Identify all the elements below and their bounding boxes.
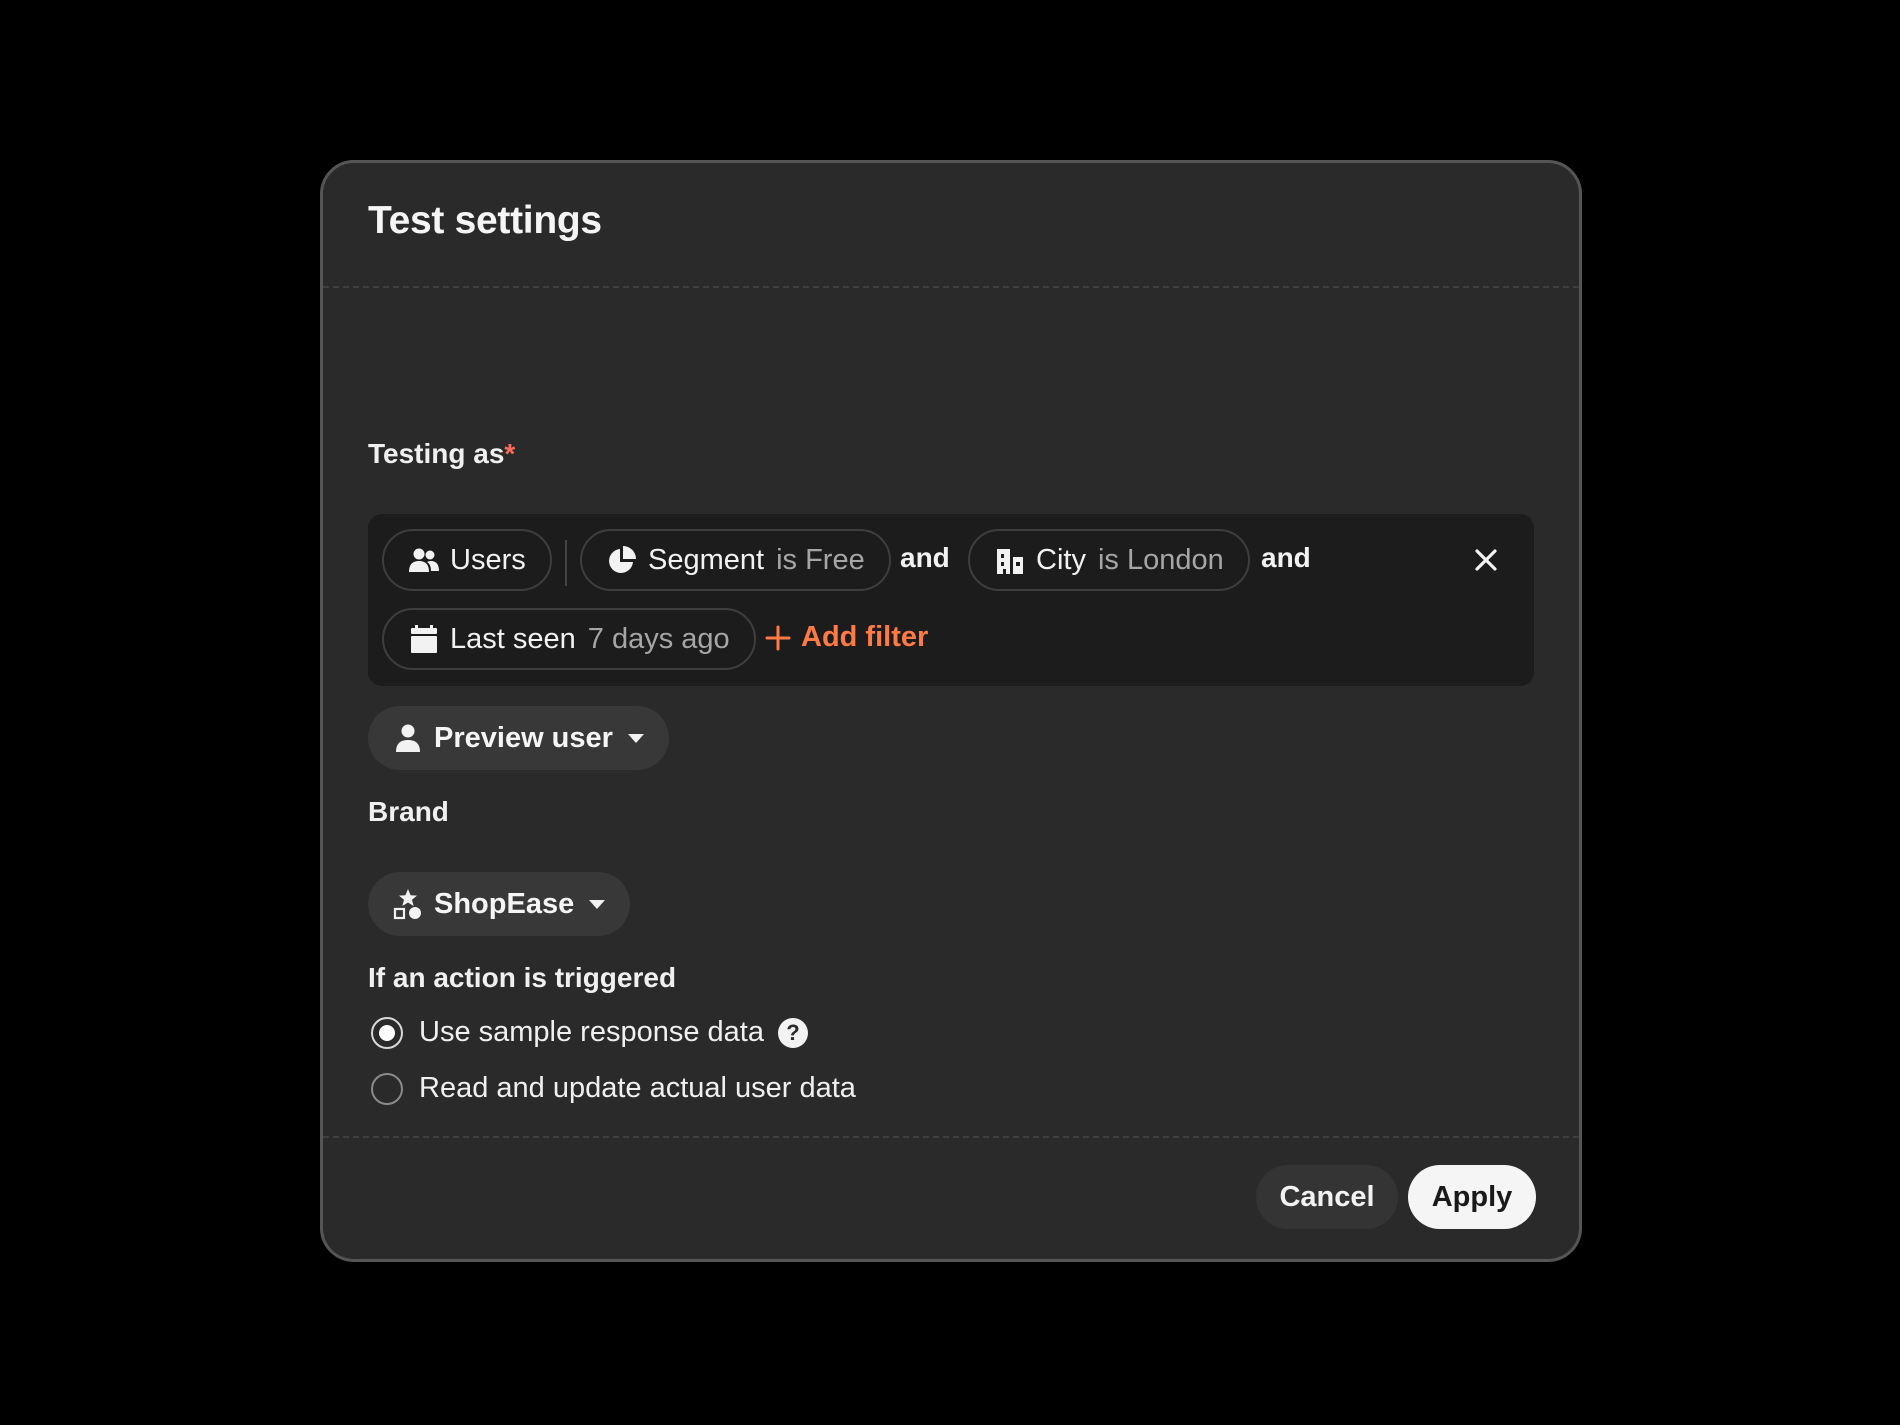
filter-conjunction: and bbox=[1261, 542, 1311, 573]
filter-field-city: City bbox=[1036, 543, 1086, 576]
filter-value-last-seen: 7 days ago bbox=[587, 622, 730, 655]
building-icon bbox=[994, 544, 1026, 576]
clear-filters-button[interactable] bbox=[1466, 542, 1506, 582]
radio-sample-data[interactable] bbox=[371, 1016, 403, 1049]
audience-pill-users[interactable]: Users bbox=[382, 529, 552, 591]
chevron-down-icon bbox=[588, 898, 606, 910]
calendar-icon bbox=[408, 623, 440, 655]
apply-button[interactable]: Apply bbox=[1408, 1165, 1536, 1229]
radio-option-actual-data[interactable]: Read and update actual user data bbox=[371, 1072, 856, 1105]
add-filter-button[interactable]: Add filter bbox=[765, 621, 928, 654]
person-icon bbox=[392, 722, 424, 754]
radio-actual-data[interactable] bbox=[371, 1072, 403, 1105]
filter-pill-city[interactable]: City is London bbox=[968, 529, 1250, 591]
brand-selected-label: ShopEase bbox=[434, 887, 575, 920]
dialog-title: Test settings bbox=[368, 199, 602, 242]
filter-field-last-seen: Last seen bbox=[450, 622, 576, 655]
audience-pill-label: Users bbox=[450, 543, 526, 576]
preview-user-dropdown[interactable]: Preview user bbox=[368, 706, 669, 770]
filter-pill-segment[interactable]: Segment is Free bbox=[580, 529, 891, 591]
chevron-down-icon bbox=[627, 732, 645, 744]
filter-field-segment: Segment bbox=[648, 543, 765, 576]
add-filter-label: Add filter bbox=[801, 621, 929, 653]
required-asterisk: * bbox=[504, 438, 516, 469]
testing-as-label: Testing as* bbox=[368, 438, 515, 470]
pie-chart-icon bbox=[606, 544, 638, 576]
shapes-icon bbox=[392, 888, 424, 920]
filter-bar: Users Segment is Free and City is London… bbox=[368, 514, 1534, 686]
filter-pill-last-seen[interactable]: Last seen 7 days ago bbox=[382, 608, 756, 670]
dialog-footer: Cancel Apply bbox=[323, 1138, 1579, 1259]
filter-value-city: is London bbox=[1097, 543, 1224, 576]
radio-option-sample-data[interactable]: Use sample response data ? bbox=[371, 1016, 808, 1049]
question-icon[interactable]: ? bbox=[777, 1017, 808, 1048]
radio-label-actual-data: Read and update actual user data bbox=[419, 1072, 856, 1104]
brand-label: Brand bbox=[368, 796, 449, 827]
filter-divider bbox=[565, 540, 567, 586]
plus-icon bbox=[765, 625, 791, 651]
action-label: If an action is triggered bbox=[368, 962, 677, 993]
brand-dropdown[interactable]: ShopEase bbox=[368, 872, 631, 936]
dialog-header: Test settings bbox=[323, 163, 1579, 288]
users-icon bbox=[408, 544, 440, 576]
filter-value-segment: is Free bbox=[776, 543, 865, 576]
test-settings-dialog: Test settings Testing as* Users Segment … bbox=[320, 160, 1582, 1262]
filter-conjunction: and bbox=[900, 542, 950, 573]
preview-user-label: Preview user bbox=[434, 721, 613, 754]
close-icon bbox=[1474, 548, 1498, 577]
dialog-body: Testing as* Users Segment is Free and Ci… bbox=[323, 288, 1579, 1138]
testing-as-label-text: Testing as bbox=[368, 438, 505, 469]
cancel-button[interactable]: Cancel bbox=[1256, 1165, 1398, 1229]
radio-label-sample-data: Use sample response data bbox=[419, 1016, 764, 1048]
